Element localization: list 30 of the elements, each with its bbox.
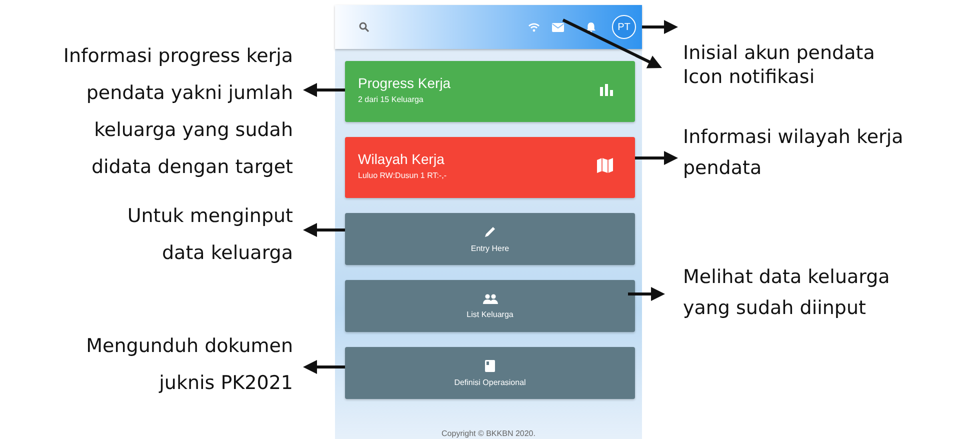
info-card[interactable]: Wilayah Kerja Luluo RW:Dusun 1 RT:-,- [345, 137, 635, 198]
pencil-icon [484, 226, 496, 238]
arrow [303, 83, 345, 97]
menu-button[interactable]: List Keluarga [345, 280, 635, 332]
callout-text: Melihat data keluarga yang sudah diinput [683, 265, 891, 321]
arrow [628, 287, 665, 301]
callout-text: Inisial akun pendata [683, 41, 876, 66]
card-title: Wilayah Kerja [358, 151, 446, 167]
card-subtitle: Luluo RW:Dusun 1 RT:-,- [358, 171, 446, 180]
card-title: Progress Kerja [358, 75, 451, 91]
info-card[interactable]: Progress Kerja 2 dari 15 Keluarga [345, 61, 635, 122]
bar-chart-icon [600, 84, 613, 96]
arrow [303, 223, 345, 237]
arrow [303, 360, 345, 374]
map-icon [597, 158, 613, 173]
bell-icon[interactable] [586, 22, 596, 32]
arrow [635, 151, 678, 165]
people-icon [482, 294, 498, 304]
callout-text: Untuk menginput data keluarga [126, 204, 293, 266]
callout-text: Mengunduh dokumen juknis PK2021 [85, 334, 293, 396]
menu-button[interactable]: Definisi Operasional [345, 347, 635, 399]
menu-button[interactable]: Entry Here [345, 213, 635, 265]
card-subtitle: 2 dari 15 Keluarga [358, 95, 424, 104]
book-icon [485, 360, 495, 372]
search-icon[interactable] [359, 22, 369, 32]
callout-text: Icon notifikasi [683, 65, 816, 90]
callout-text: Informasi wilayah kerja pendata [683, 125, 904, 181]
callout-text: Informasi progress kerja pendata yakni jumlah keluarga yang sudah didata dengan target [62, 44, 293, 180]
copyright-text: Copyright © BKKBN 2020. [440, 429, 536, 439]
avatar[interactable]: PT [612, 15, 636, 39]
